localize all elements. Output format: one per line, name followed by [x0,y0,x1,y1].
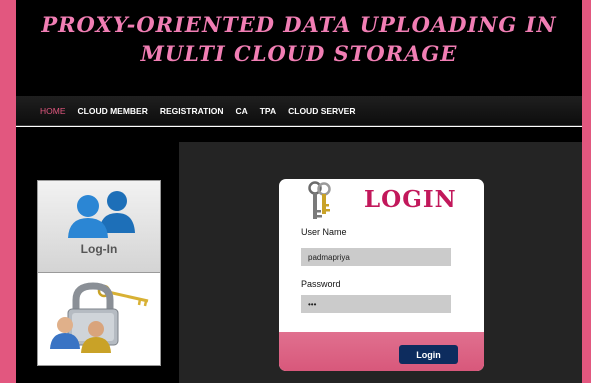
login-form: LOGIN User Name Password Login [279,179,484,371]
username-field[interactable] [301,248,451,266]
nav-item-home[interactable]: HOME [40,106,66,116]
users-icon [68,191,135,238]
login-title: LOGIN [364,186,457,213]
sidebar-login-tile[interactable]: Log-In [37,180,161,273]
password-field[interactable] [301,295,451,313]
login-footer: Login [279,332,484,371]
username-label: User Name [301,227,347,237]
login-button[interactable]: Login [399,345,458,364]
nav-item-ca[interactable]: CA [235,106,247,116]
left-pink-border [0,0,16,383]
site-title-line-1: PROXY-ORIENTED DATA UPLOADING IN [41,12,557,37]
right-pink-border [582,0,591,383]
nav-item-cloud-server[interactable]: CLOUD SERVER [288,106,355,116]
nav-item-cloud-member[interactable]: CLOUD MEMBER [78,106,148,116]
sidebar-login-label: Log-In [80,242,118,256]
sidebar-security-tile [37,272,161,356]
site-header: PROXY-ORIENTED DATA UPLOADING IN MULTI C… [16,0,582,96]
nav-item-tpa[interactable]: TPA [260,106,276,116]
site-title-line-2: MULTI CLOUD STORAGE [140,41,458,66]
nav-item-registration[interactable]: REGISTRATION [160,106,224,116]
user-lock-keys-icon [50,282,149,353]
sidebar-empty-tile [37,355,161,366]
keys-icon [308,181,331,219]
main-nav: HOME CLOUD MEMBER REGISTRATION CA TPA CL… [16,96,582,126]
site-title: PROXY-ORIENTED DATA UPLOADING IN MULTI C… [16,10,582,68]
password-label: Password [301,279,341,289]
